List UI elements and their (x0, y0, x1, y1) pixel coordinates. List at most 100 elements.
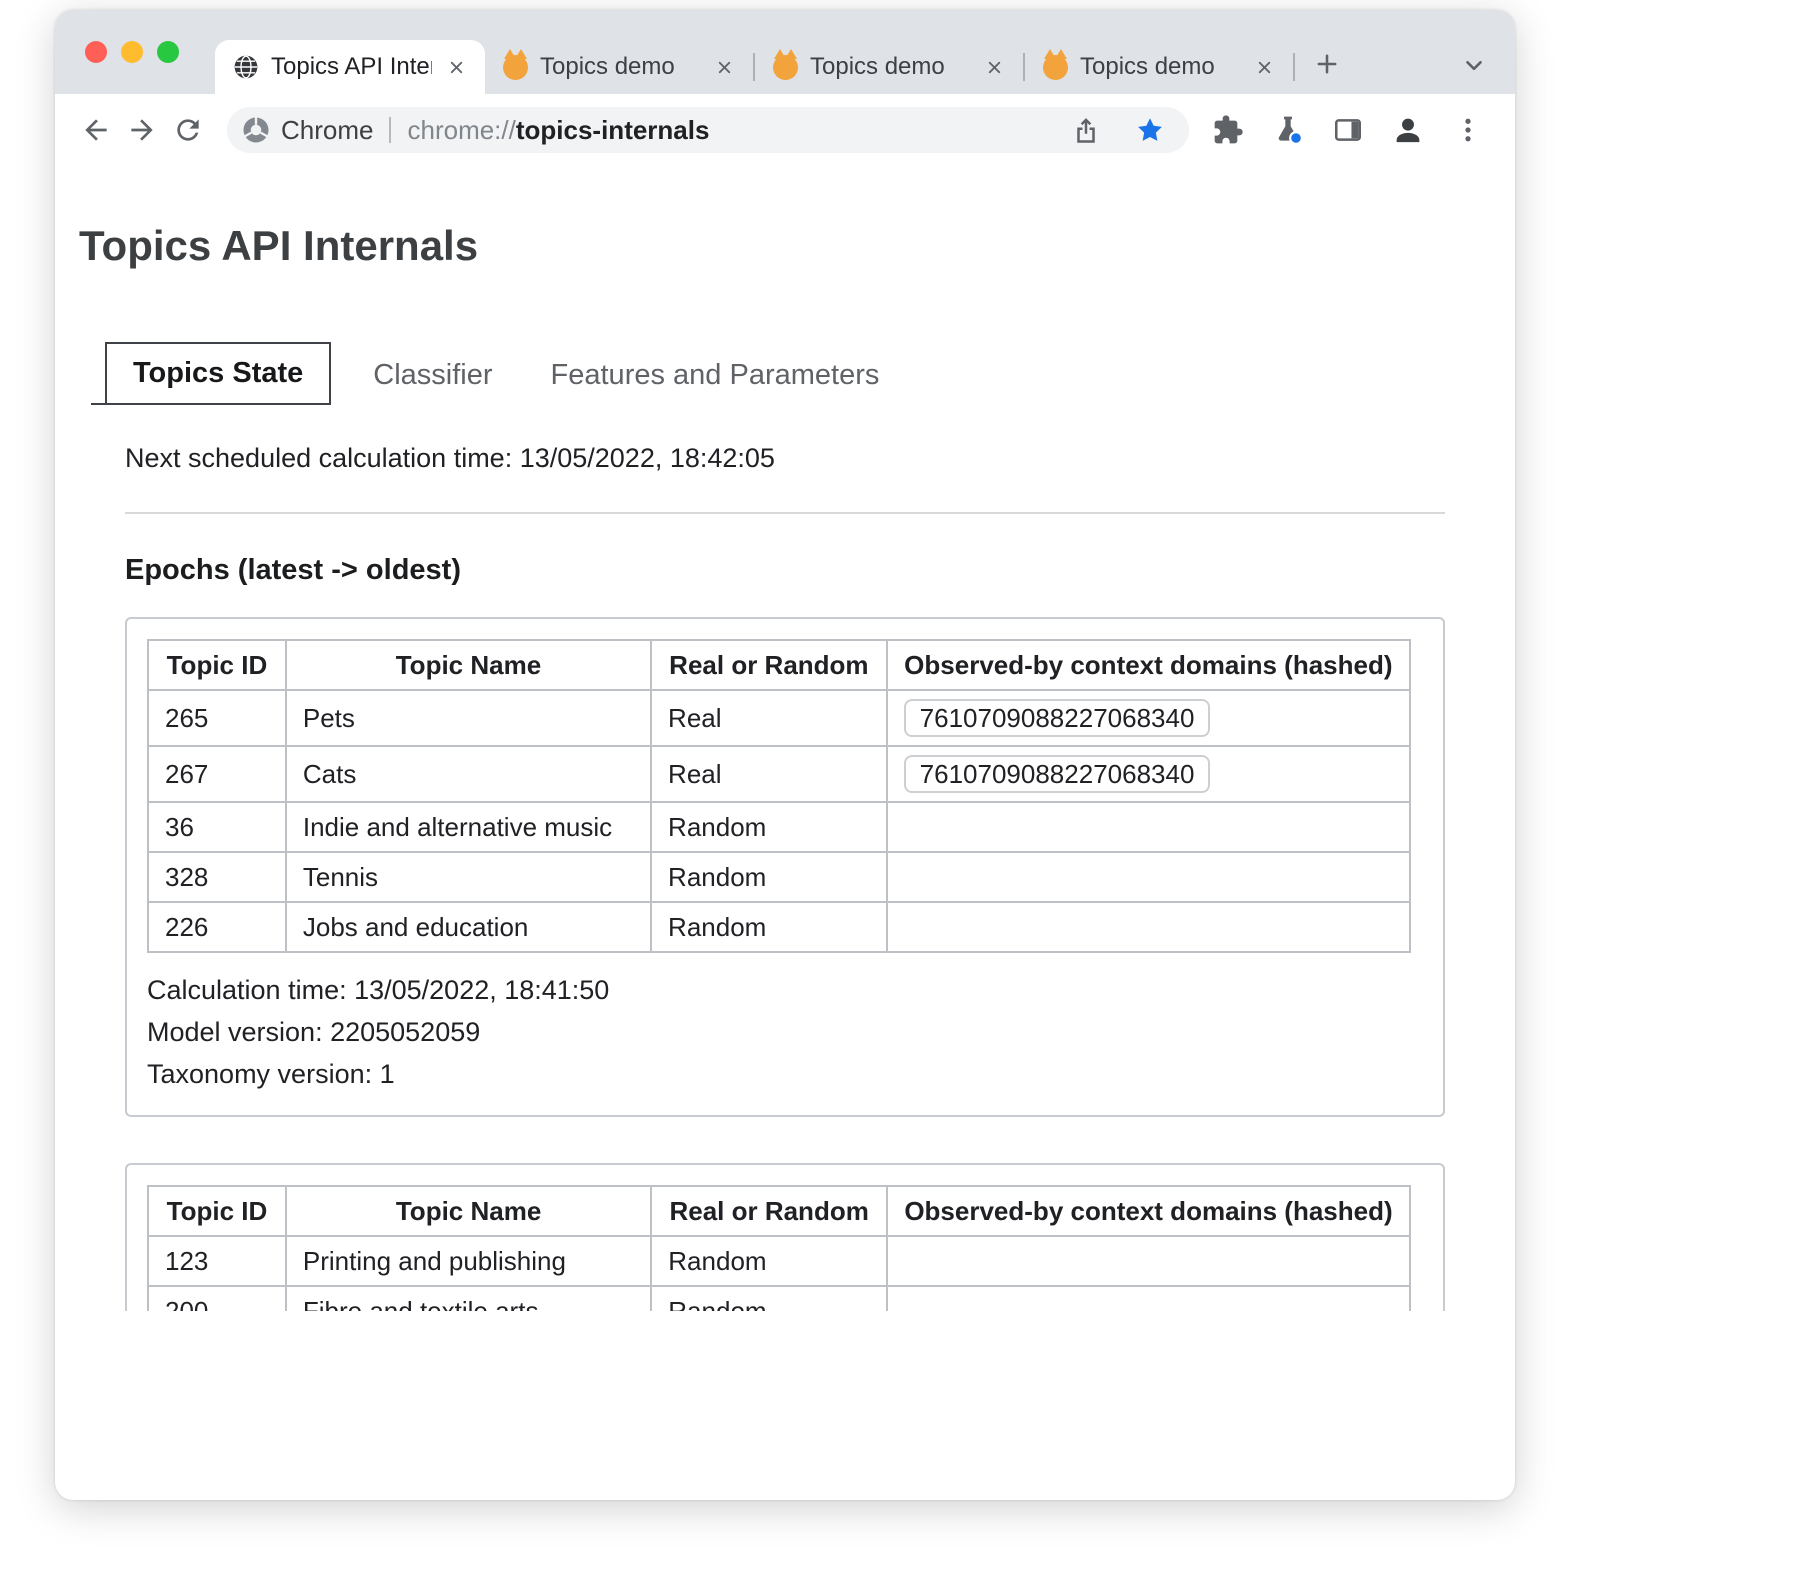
tab-separator (1293, 53, 1295, 81)
tab-topics-state[interactable]: Topics State (105, 342, 331, 405)
tab-title: Topics demo (540, 53, 700, 81)
table-header-row: Topic ID Topic Name Real or Random Obser… (148, 1186, 1410, 1236)
col-topic-id: Topic ID (148, 1186, 286, 1236)
omnibox-actions (1065, 109, 1171, 151)
browser-tab-topics-demo-2[interactable]: Topics demo (755, 40, 1023, 94)
real-random-cell: Random (651, 902, 887, 952)
url-host: topics-internals (516, 115, 710, 145)
forward-button[interactable] (119, 107, 165, 153)
topics-table: Topic ID Topic Name Real or Random Obser… (147, 1185, 1411, 1311)
close-tab-icon[interactable] (712, 55, 737, 80)
real-random-cell: Random (651, 1236, 887, 1286)
table-row: 123Printing and publishingRandom (148, 1236, 1410, 1286)
table-row: 200Fibre and textile artsRandom (148, 1286, 1410, 1311)
viewport-clip: Topic ID Topic Name Real or Random Obser… (125, 1163, 1445, 1311)
topic-id-cell: 200 (148, 1286, 286, 1311)
topic-name-cell: Indie and alternative music (286, 802, 651, 852)
topic-name-cell: Jobs and education (286, 902, 651, 952)
page-content: Topics API Internals Topics State Classi… (55, 166, 1515, 1311)
col-real-or-random: Real or Random (651, 1186, 887, 1236)
browser-tab-topics-demo-1[interactable]: Topics demo (485, 40, 753, 94)
topic-id-cell: 267 (148, 746, 286, 802)
tab-list: Topics API Intern Topics demo Topics dem… (215, 10, 1515, 94)
col-observed-domains: Observed-by context domains (hashed) (887, 1186, 1410, 1236)
epochs-heading: Epochs (latest -> oldest) (125, 554, 1445, 587)
back-button[interactable] (73, 107, 119, 153)
real-random-cell: Real (651, 690, 887, 746)
domains-cell (887, 852, 1410, 902)
table-row: 328TennisRandom (148, 852, 1410, 902)
table-row: 267CatsReal 7610709088227068340 (148, 746, 1410, 802)
domains-cell (887, 1236, 1410, 1286)
domains-cell (887, 1286, 1410, 1311)
side-panel-icon[interactable] (1327, 109, 1369, 151)
topic-name-cell: Printing and publishing (286, 1236, 651, 1286)
domains-cell (887, 902, 1410, 952)
topic-name-cell: Cats (286, 746, 651, 802)
col-real-or-random: Real or Random (651, 640, 887, 690)
domains-cell: 7610709088227068340 (887, 746, 1410, 802)
panel-gap (125, 1117, 1445, 1163)
topic-name-cell: Pets (286, 690, 651, 746)
extensions-puzzle-icon[interactable] (1207, 109, 1249, 151)
profile-avatar[interactable] (1387, 109, 1429, 151)
table-row: 36Indie and alternative musicRandom (148, 802, 1410, 852)
epoch-panel-older: Topic ID Topic Name Real or Random Obser… (125, 1163, 1445, 1311)
minimize-window-button[interactable] (121, 41, 143, 63)
topics-table: Topic ID Topic Name Real or Random Obser… (147, 639, 1411, 953)
chip-divider (389, 117, 391, 143)
topic-id-cell: 328 (148, 852, 286, 902)
cat-icon (773, 55, 798, 80)
window-controls (85, 10, 205, 94)
domains-cell: 7610709088227068340 (887, 690, 1410, 746)
col-topic-id: Topic ID (148, 640, 286, 690)
topic-id-cell: 265 (148, 690, 286, 746)
table-header-row: Topic ID Topic Name Real or Random Obser… (148, 640, 1410, 690)
chrome-logo-icon (241, 115, 271, 145)
browser-window: Topics API Intern Topics demo Topics dem… (55, 10, 1515, 1500)
topic-id-cell: 123 (148, 1236, 286, 1286)
domains-cell (887, 802, 1410, 852)
close-window-button[interactable] (85, 41, 107, 63)
tab-title: Topics demo (1080, 53, 1240, 81)
real-random-cell: Real (651, 746, 887, 802)
col-topic-name: Topic Name (286, 640, 651, 690)
tab-features-parameters[interactable]: Features and Parameters (529, 346, 902, 405)
site-chip: Chrome (241, 115, 373, 146)
globe-icon (233, 54, 259, 80)
page-tab-bar: Topics State Classifier Features and Par… (91, 342, 1491, 405)
real-random-cell: Random (651, 802, 887, 852)
browser-tab-topics-internals[interactable]: Topics API Intern (215, 40, 485, 94)
domain-hash: 7610709088227068340 (904, 699, 1211, 737)
bookmark-star-icon[interactable] (1129, 109, 1171, 151)
address-bar[interactable]: Chrome chrome://topics-internals (227, 107, 1189, 153)
share-icon[interactable] (1065, 109, 1107, 151)
reload-button[interactable] (165, 107, 211, 153)
tab-classifier[interactable]: Classifier (351, 346, 514, 405)
real-random-cell: Random (651, 852, 887, 902)
tab-strip: Topics API Intern Topics demo Topics dem… (55, 10, 1515, 94)
next-calculation-time: Next scheduled calculation time: 13/05/2… (125, 443, 1445, 474)
taxonomy-version: Taxonomy version: 1 (147, 1053, 1423, 1095)
topic-name-cell: Tennis (286, 852, 651, 902)
calculation-time: Calculation time: 13/05/2022, 18:41:50 (147, 969, 1423, 1011)
close-tab-icon[interactable] (982, 55, 1007, 80)
menu-dots-icon[interactable] (1447, 109, 1489, 151)
topics-state-panel: Next scheduled calculation time: 13/05/2… (125, 405, 1445, 1311)
cat-icon (503, 55, 528, 80)
divider (125, 512, 1445, 514)
browser-tab-topics-demo-3[interactable]: Topics demo (1025, 40, 1293, 94)
domain-hash: 7610709088227068340 (904, 755, 1211, 793)
chevron-down-icon[interactable] (1461, 52, 1487, 78)
new-tab-button[interactable] (1309, 46, 1345, 82)
close-tab-icon[interactable] (1252, 55, 1277, 80)
topic-id-cell: 226 (148, 902, 286, 952)
zoom-window-button[interactable] (157, 41, 179, 63)
topic-id-cell: 36 (148, 802, 286, 852)
page-title: Topics API Internals (79, 222, 1491, 270)
labs-flask-icon[interactable] (1267, 109, 1309, 151)
site-chip-label: Chrome (281, 115, 373, 146)
cat-icon (1043, 55, 1068, 80)
real-random-cell: Random (651, 1286, 887, 1311)
close-tab-icon[interactable] (444, 55, 469, 80)
